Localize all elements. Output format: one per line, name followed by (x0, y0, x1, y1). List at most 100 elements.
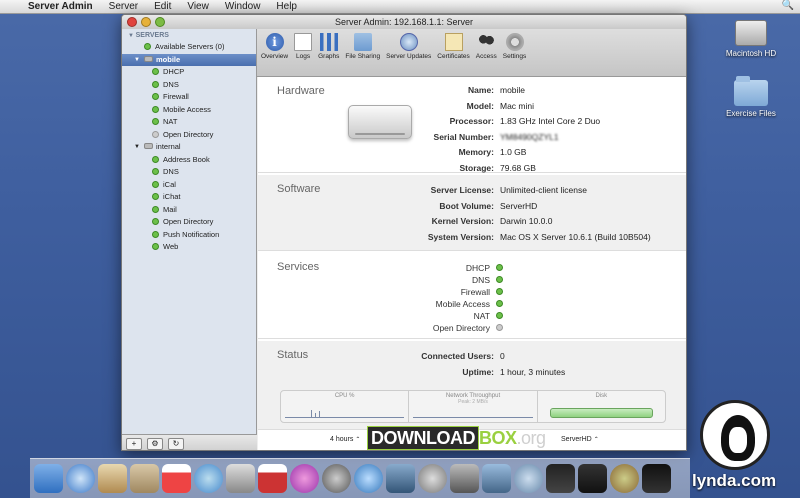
settings-icon (505, 33, 524, 51)
sidebar-item-internal[interactable]: ▼ internal (122, 141, 256, 154)
toolbar-logs-button[interactable]: Logs (291, 30, 315, 76)
status-green-icon (496, 300, 503, 307)
disclosure-triangle-icon[interactable]: ▼ (134, 141, 140, 154)
disclosure-triangle-icon[interactable]: ▼ (134, 54, 140, 67)
time-range-popup[interactable]: 4 hours ⌃ (330, 436, 360, 443)
sidebar-heading: ▼ SERVERS (128, 32, 169, 39)
sidebar-item-ical[interactable]: iCal (122, 179, 256, 192)
status-green-icon (496, 276, 503, 283)
status-green-icon (152, 68, 159, 75)
disk-usage-bar (549, 408, 653, 418)
spotlight-icon[interactable]: 🔍 (782, 0, 794, 11)
toolbar-settings-button[interactable]: Settings (500, 30, 530, 76)
sidebar-item-firewall[interactable]: Firewall (122, 91, 256, 104)
toolbar-label: Certificates (437, 53, 470, 60)
sidebar-item-ichat[interactable]: iChat (122, 191, 256, 204)
status-green-icon (152, 218, 159, 225)
sidebar-item-web[interactable]: Web (122, 241, 256, 254)
menu-view[interactable]: View (179, 1, 217, 12)
refresh-button[interactable]: ↻ (168, 437, 184, 450)
status-green-icon (496, 264, 503, 271)
desktop-icon-label: Macintosh HD (725, 49, 777, 58)
ical-17-icon[interactable] (258, 464, 287, 493)
certificates-icon (444, 33, 463, 51)
toolbar-label: Logs (296, 53, 311, 60)
itunes-icon[interactable] (290, 464, 319, 493)
status-green-icon (496, 312, 503, 319)
system-preferences-icon[interactable] (418, 464, 447, 493)
podcast-icon[interactable] (322, 464, 351, 493)
finder-icon[interactable] (34, 464, 63, 493)
server-preferences-icon[interactable] (386, 464, 415, 493)
action-gear-button[interactable]: ⚙ (147, 437, 163, 450)
sidebar-item-mobile[interactable]: ▼ mobile (122, 53, 256, 67)
sidebar-item-open-directory[interactable]: Open Directory (122, 129, 256, 142)
server-admin-icon[interactable] (450, 464, 479, 493)
hardware-section: Hardware Name: mobile Model: Mac mini Proc… (258, 77, 686, 173)
popup-arrows-icon: ⌃ (593, 437, 599, 443)
disk-utility-icon[interactable] (610, 464, 639, 493)
sidebar-item-push-notification[interactable]: Push Notification (122, 229, 256, 242)
toolbar-access-button[interactable]: Access (473, 30, 500, 76)
network-graph[interactable]: Network Throughput Peak: 2 MB/s (409, 391, 538, 422)
sidebar-item-mail[interactable]: Mail (122, 204, 256, 217)
safari-icon[interactable] (66, 464, 95, 493)
toolbar-server-updates-button[interactable]: Server Updates (383, 30, 434, 76)
logs-icon (294, 33, 313, 51)
sidebar-item-nat[interactable]: NAT (122, 116, 256, 129)
close-button[interactable] (127, 17, 137, 27)
sidebar-item-mobile-access[interactable]: Mobile Access (122, 104, 256, 117)
window-titlebar[interactable]: Server Admin: 192.168.1.1: Server (122, 15, 686, 29)
ichat-icon[interactable] (194, 464, 223, 493)
sidebar-footer: + ⚙ ↻ (122, 434, 257, 450)
sidebar-item-dns[interactable]: DNS (122, 79, 256, 92)
status-green-icon (152, 180, 159, 188)
cpu-graph[interactable]: CPU % (281, 391, 410, 422)
add-button[interactable]: + (126, 437, 142, 450)
desktop-icon-macintosh-hd[interactable]: Macintosh HD (716, 20, 786, 58)
toolbar-certificates-button[interactable]: Certificates (434, 30, 473, 76)
access-icon (477, 33, 496, 51)
cpu-graph-baseline (285, 417, 405, 418)
preview-icon[interactable] (226, 464, 255, 493)
sidebar-item-open-directory-internal[interactable]: Open Directory (122, 216, 256, 229)
console-icon[interactable] (578, 464, 607, 493)
workgroup-manager-icon[interactable] (482, 464, 511, 493)
mail-stamp-icon[interactable] (98, 464, 127, 493)
terminal-icon[interactable] (642, 464, 671, 493)
menu-edit[interactable]: Edit (146, 1, 179, 12)
toolbar-overview-button[interactable]: i Overview (258, 30, 291, 76)
menu-window[interactable]: Window (217, 1, 269, 12)
ical-icon[interactable] (162, 464, 191, 493)
volume-popup[interactable]: ServerHD ⌃ (561, 436, 599, 443)
toolbar-graphs-button[interactable]: Graphs (315, 30, 342, 76)
dock (30, 458, 690, 498)
cpu-spike (311, 410, 312, 418)
sidebar-item-dns-internal[interactable]: DNS (122, 166, 256, 179)
activity-monitor-icon[interactable] (546, 464, 575, 493)
sidebar-item-address-book[interactable]: Address Book (122, 154, 256, 167)
address-book-icon[interactable] (130, 464, 159, 493)
sidebar-item-available-servers[interactable]: Available Servers (0) (122, 41, 256, 54)
toolbar-file-sharing-button[interactable]: File Sharing (342, 30, 383, 76)
disk-graph[interactable]: Disk (538, 391, 665, 422)
menu-server[interactable]: Server (101, 1, 146, 12)
desktop-icon-exercise-files[interactable]: Exercise Files (716, 76, 786, 118)
sidebar-item-dhcp[interactable]: DHCP (122, 66, 256, 79)
status-green-icon (152, 230, 159, 238)
menu-server-admin[interactable]: Server Admin (20, 1, 101, 12)
folder-icon (734, 76, 768, 106)
minimize-button[interactable] (141, 17, 151, 27)
status-green-icon (152, 80, 159, 88)
status-green-icon (152, 118, 159, 125)
sidebar: ▼ SERVERS Available Servers (0) ▼ mobile… (122, 29, 257, 450)
disclosure-triangle-icon[interactable]: ▼ (128, 33, 136, 39)
window-title: Server Admin: 192.168.1.1: Server (334, 17, 474, 27)
zoom-button[interactable] (155, 17, 165, 27)
popup-arrows-icon: ⌃ (355, 437, 361, 443)
toolbar-label: Server Updates (386, 53, 432, 60)
menu-help[interactable]: Help (268, 1, 305, 12)
software-section: Software Server License: Unlimited-client… (258, 175, 686, 251)
workgroup-icon[interactable] (354, 464, 383, 493)
server-monitor-icon[interactable] (514, 464, 543, 493)
